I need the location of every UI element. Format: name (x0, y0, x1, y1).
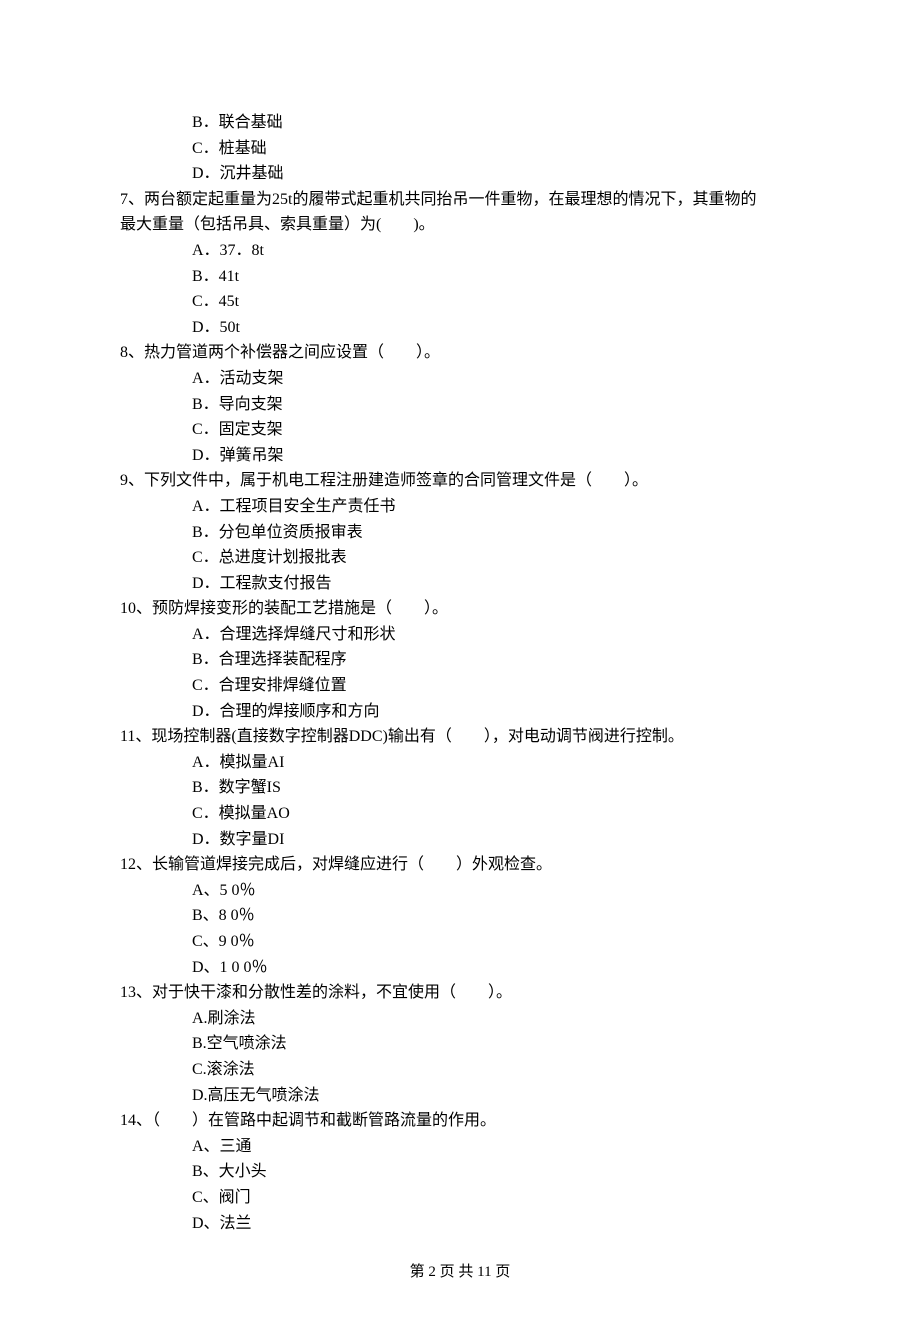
option-d: D．数字量DI (192, 827, 800, 853)
document-page: B．联合基础 C．桩基础 D．沉井基础 7、两台额定起重量为25t的履带式起重机… (0, 0, 920, 1344)
option-b: B、大小头 (192, 1159, 800, 1185)
question-9-options: A．工程项目安全生产责任书 B．分包单位资质报审表 C．总进度计划报批表 D．工… (120, 494, 800, 596)
option-c: C．合理安排焊缝位置 (192, 673, 800, 699)
option-d: D、法兰 (192, 1211, 800, 1237)
question-11-stem: 11、现场控制器(直接数字控制器DDC)输出有（ ），对电动调节阀进行控制。 (120, 724, 800, 750)
option-c: C．总进度计划报批表 (192, 545, 800, 571)
question-10-options: A．合理选择焊缝尺寸和形状 B．合理选择装配程序 C．合理安排焊缝位置 D．合理… (120, 622, 800, 724)
option-a: A．活动支架 (192, 366, 800, 392)
option-b: B．合理选择装配程序 (192, 647, 800, 673)
question-7-options: A．37．8t B．41t C．45t D．50t (120, 238, 800, 340)
option-c: C．固定支架 (192, 417, 800, 443)
option-a: A．37．8t (192, 238, 800, 264)
question-13-stem: 13、对于快干漆和分散性差的涂料，不宜使用（ ）。 (120, 980, 800, 1006)
option-a: A.刷涂法 (192, 1006, 800, 1032)
option-b: B、8 0％ (192, 903, 800, 929)
option-d: D．50t (192, 315, 800, 341)
question-14-stem: 14、（ ）在管路中起调节和截断管路流量的作用。 (120, 1108, 800, 1134)
option-a: A、三通 (192, 1134, 800, 1160)
option-a: A．工程项目安全生产责任书 (192, 494, 800, 520)
option-c: C．模拟量AO (192, 801, 800, 827)
option-b: B．分包单位资质报审表 (192, 520, 800, 546)
question-10-stem: 10、预防焊接变形的装配工艺措施是（ ）。 (120, 596, 800, 622)
question-7-stem-line2: 最大重量（包括吊具、索具重量）为( )。 (120, 212, 800, 238)
option-c: C．桩基础 (192, 136, 800, 162)
option-d: D.高压无气喷涂法 (192, 1083, 800, 1109)
option-b: B.空气喷涂法 (192, 1031, 800, 1057)
option-d: D．合理的焊接顺序和方向 (192, 699, 800, 725)
prev-question-options: B．联合基础 C．桩基础 D．沉井基础 (120, 110, 800, 187)
option-b: B．联合基础 (192, 110, 800, 136)
option-a: A．模拟量AI (192, 750, 800, 776)
option-d: D．工程款支付报告 (192, 571, 800, 597)
option-a: A、5 0％ (192, 878, 800, 904)
option-c: C．45t (192, 289, 800, 315)
question-8-options: A．活动支架 B．导向支架 C．固定支架 D．弹簧吊架 (120, 366, 800, 468)
page-footer: 第 2 页 共 11 页 (120, 1236, 800, 1284)
option-c: C.滚涂法 (192, 1057, 800, 1083)
question-12-stem: 12、长输管道焊接完成后，对焊缝应进行（ ）外观检查。 (120, 852, 800, 878)
question-11-options: A．模拟量AI B．数字蟹IS C．模拟量AO D．数字量DI (120, 750, 800, 852)
question-13-options: A.刷涂法 B.空气喷涂法 C.滚涂法 D.高压无气喷涂法 (120, 1006, 800, 1108)
option-d: D．沉井基础 (192, 161, 800, 187)
option-a: A．合理选择焊缝尺寸和形状 (192, 622, 800, 648)
option-c: C、阀门 (192, 1185, 800, 1211)
option-b: B．41t (192, 264, 800, 290)
question-14-options: A、三通 B、大小头 C、阀门 D、法兰 (120, 1134, 800, 1236)
option-d: D、1 0 0％ (192, 955, 800, 981)
question-9-stem: 9、下列文件中，属于机电工程注册建造师签章的合同管理文件是（ ）。 (120, 468, 800, 494)
option-b: B．数字蟹IS (192, 775, 800, 801)
question-8-stem: 8、热力管道两个补偿器之间应设置（ ）。 (120, 340, 800, 366)
option-c: C、9 0％ (192, 929, 800, 955)
question-7-stem-line1: 7、两台额定起重量为25t的履带式起重机共同抬吊一件重物，在最理想的情况下，其重… (120, 187, 800, 213)
option-d: D．弹簧吊架 (192, 443, 800, 469)
option-b: B．导向支架 (192, 392, 800, 418)
question-12-options: A、5 0％ B、8 0％ C、9 0％ D、1 0 0％ (120, 878, 800, 980)
